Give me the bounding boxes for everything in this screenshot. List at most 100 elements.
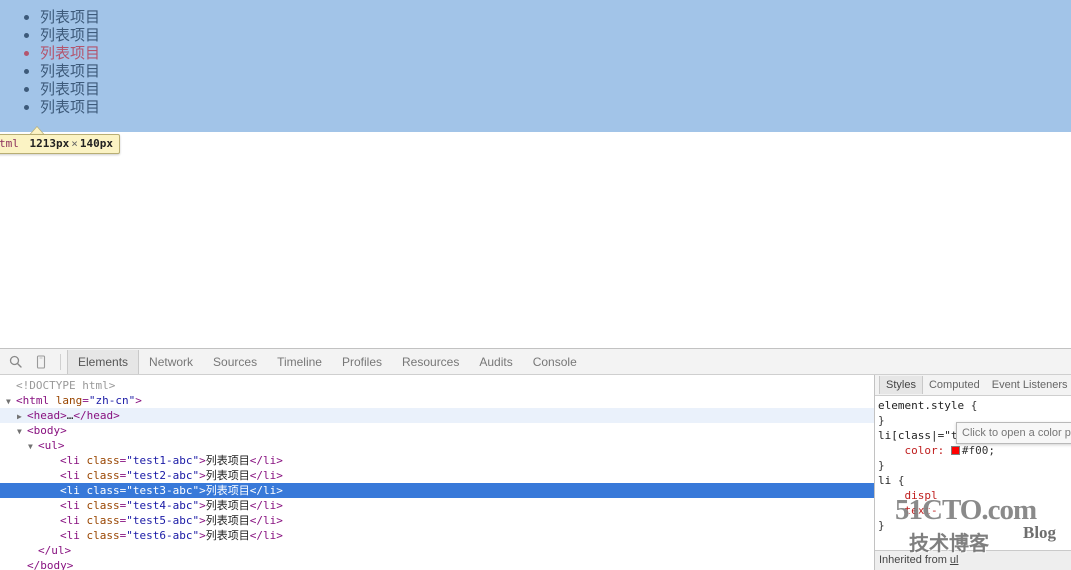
dom-node[interactable]: <li class="test5-abc">列表项目</li> [0, 513, 874, 528]
twisty-placeholder [50, 529, 60, 544]
dom-node[interactable]: ▼ <html lang="zh-cn"> [0, 393, 874, 408]
dom-punct: > [199, 514, 206, 527]
dom-node[interactable]: ▼ <body> [0, 423, 874, 438]
dom-node[interactable]: <li class="test4-abc">列表项目</li> [0, 498, 874, 513]
css-rule[interactable]: li { displ text-} [878, 473, 1071, 533]
dom-node[interactable]: ▶ <head>…</head> [0, 408, 874, 423]
dom-punct: </ [73, 409, 87, 422]
dom-tag: li [66, 454, 80, 467]
css-declaration[interactable]: displ [878, 488, 1071, 503]
css-property-name[interactable]: color: [878, 444, 951, 457]
element-size-tooltip: tml 1213px × 140px [0, 134, 120, 154]
devtools-panel: Elements Network Sources Timeline Profiles Re… [0, 348, 1071, 570]
search-icon[interactable] [2, 350, 28, 374]
tooltip-tag-name: tml [0, 137, 19, 150]
device-toggle-icon[interactable] [28, 350, 54, 374]
twisty-expanded-icon[interactable]: ▼ [17, 424, 27, 439]
dom-space [80, 499, 87, 512]
css-close-brace: } [878, 459, 885, 472]
dom-tag: html [22, 394, 50, 407]
dom-node[interactable]: <!DOCTYPE html> [0, 378, 874, 393]
dom-val: "test5-abc" [126, 514, 200, 527]
dom-text: 列表项目 [205, 454, 250, 467]
dom-space [80, 529, 87, 542]
dom-node[interactable]: <li class="test6-abc">列表项目</li> [0, 528, 874, 543]
dom-punct: > [135, 394, 142, 407]
page-list-item: 列表项目 [40, 26, 100, 44]
color-swatch[interactable] [950, 446, 960, 455]
css-selector[interactable]: element.style [878, 399, 964, 412]
dom-punct: </ [249, 514, 263, 527]
dom-punct: </ [249, 454, 263, 467]
tab-resources[interactable]: Resources [392, 350, 469, 374]
twisty-collapsed-icon[interactable]: ▶ [17, 409, 27, 424]
dom-tree-pane[interactable]: <!DOCTYPE html> ▼ <html lang="zh-cn"> ▶ <hea… [0, 375, 874, 570]
inherited-from-section: Inherited from ul [875, 550, 1071, 570]
dom-punct: </ [249, 499, 263, 512]
dom-punct: > [199, 454, 206, 467]
css-selector[interactable]: li [878, 474, 891, 487]
dom-tag: head [86, 409, 114, 422]
page-list-item: 列表项目 [40, 98, 100, 116]
inherited-source-link[interactable]: ul [950, 554, 959, 566]
dom-tag: head [33, 409, 61, 422]
dom-tag: li [262, 469, 277, 482]
dom-attr: lang [55, 394, 83, 407]
tab-network[interactable]: Network [139, 350, 203, 374]
dom-tag: ul [51, 544, 65, 557]
dom-tag: li [262, 529, 277, 542]
dom-punct: < [60, 514, 67, 527]
styles-tab-bar: Styles Computed Event Listeners [875, 375, 1071, 396]
dom-node-selected[interactable]: <li class="test3-abc">列表项目</li> [0, 483, 874, 498]
dom-node[interactable]: ▼ <ul> [0, 438, 874, 453]
dom-val: "test3-abc" [126, 484, 200, 497]
dom-val: "test2-abc" [126, 469, 200, 482]
css-property-name[interactable]: text- [878, 504, 937, 517]
twisty-placeholder [50, 469, 60, 484]
dom-punct: > [199, 529, 206, 542]
styles-tab-event-listeners[interactable]: Event Listeners [986, 376, 1071, 394]
dom-punct: > [276, 454, 283, 467]
rendered-page-viewport: 列表项目列表项目列表项目列表项目列表项目列表项目 [0, 0, 1071, 348]
tab-sources[interactable]: Sources [203, 350, 267, 374]
tab-timeline[interactable]: Timeline [267, 350, 332, 374]
tab-audits[interactable]: Audits [469, 350, 522, 374]
dom-node[interactable]: </ul> [0, 543, 874, 558]
dom-node[interactable]: <li class="test2-abc">列表项目</li> [0, 468, 874, 483]
color-picker-tooltip: Click to open a color picker [956, 422, 1071, 444]
dom-punct: </ [38, 544, 52, 557]
inherited-label: Inherited from [879, 554, 950, 566]
css-declaration[interactable]: text- [878, 503, 1071, 518]
styles-tab-styles[interactable]: Styles [879, 376, 923, 394]
dom-punct: </ [249, 529, 263, 542]
tab-console[interactable]: Console [523, 350, 587, 374]
dom-attr: class [86, 529, 120, 542]
dom-node[interactable]: <li class="test1-abc">列表项目</li> [0, 453, 874, 468]
twisty-expanded-icon[interactable]: ▼ [28, 439, 38, 454]
tab-elements[interactable]: Elements [67, 349, 140, 374]
dom-punct: > [60, 409, 67, 422]
dom-punct: < [27, 409, 34, 422]
dom-punct: < [60, 529, 67, 542]
dom-attr: class [86, 454, 120, 467]
page-list-item: 列表项目 [40, 44, 100, 62]
page-list: 列表项目列表项目列表项目列表项目列表项目列表项目 [0, 0, 100, 116]
twisty-expanded-icon[interactable]: ▼ [6, 394, 16, 409]
dom-punct: > [276, 469, 283, 482]
styles-rules-list[interactable]: element.style {}xxxli[class|="test3"] { … [875, 396, 1071, 533]
dom-tag: li [66, 529, 80, 542]
tab-profiles[interactable]: Profiles [332, 350, 392, 374]
styles-tab-computed[interactable]: Computed [923, 376, 986, 394]
css-open-brace: { [964, 399, 978, 412]
styles-pane: Styles Computed Event Listeners element.st… [874, 375, 1071, 570]
dom-punct: > [199, 499, 206, 512]
dom-text: 列表项目 [205, 514, 250, 527]
dom-punct: > [276, 529, 283, 542]
dom-attr: class [86, 469, 120, 482]
css-property-value[interactable]: #f00; [962, 444, 995, 457]
dom-node[interactable]: </body> [0, 558, 874, 570]
dom-punct: < [60, 499, 67, 512]
css-declaration[interactable]: color: #f00; [878, 443, 1071, 458]
dom-space [80, 484, 87, 497]
css-property-name[interactable]: displ [878, 489, 937, 502]
